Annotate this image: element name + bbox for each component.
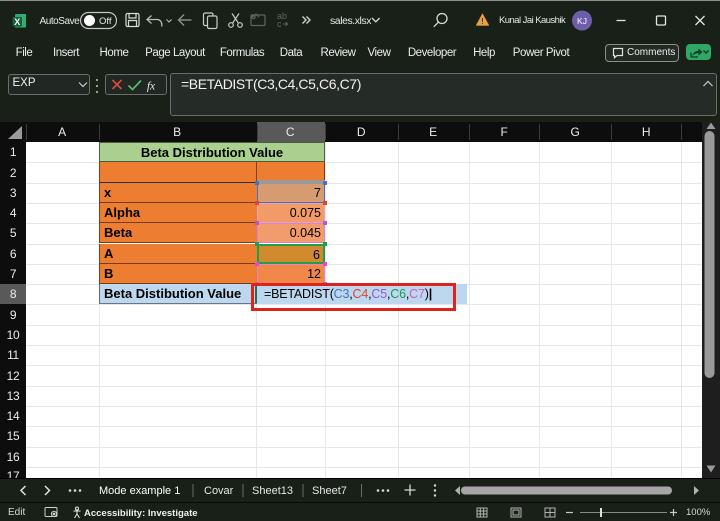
svg-text:Off: Off (99, 16, 112, 27)
svg-text:KJ: KJ (577, 16, 587, 26)
svg-text:!: ! (481, 17, 484, 26)
svg-text:c: c (277, 19, 282, 29)
svg-text:X: X (14, 17, 20, 27)
svg-text:fx: fx (147, 80, 156, 92)
